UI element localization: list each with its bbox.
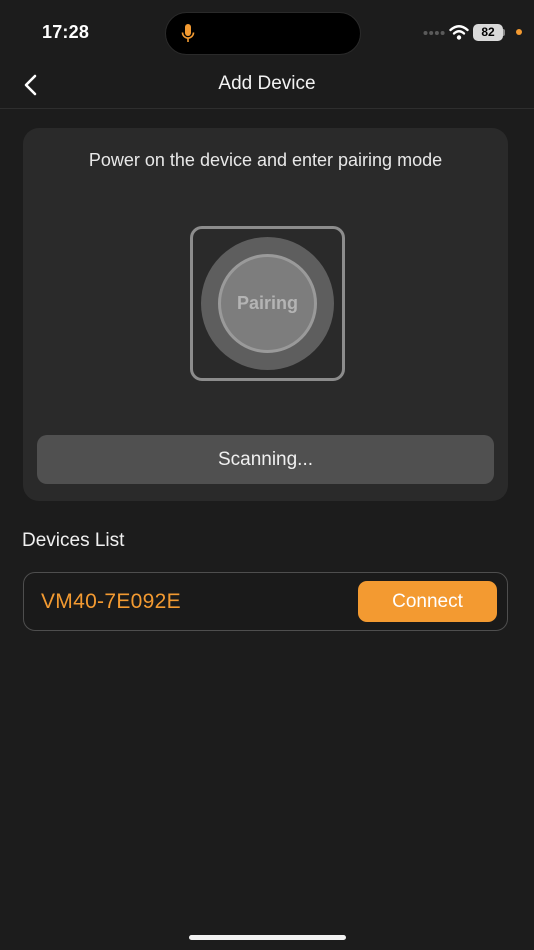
status-time: 17:28: [42, 22, 90, 42]
home-indicator[interactable]: [189, 935, 346, 940]
device-name: VM40-7E092E: [41, 590, 181, 613]
status-bar: 17:28 82: [0, 0, 534, 62]
signal-dots-icon: [423, 31, 445, 35]
device-list-item: VM40-7E092E Connect: [23, 572, 508, 631]
wifi-icon: [449, 25, 469, 40]
navigation-bar: Add Device: [0, 62, 534, 109]
page-title: Add Device: [218, 73, 316, 94]
pairing-instruction: Power on the device and enter pairing mo…: [88, 150, 443, 170]
scanning-status-bar[interactable]: Scanning...: [37, 435, 494, 484]
pairing-card: Power on the device and enter pairing mo…: [23, 128, 508, 501]
battery-icon: 82: [473, 24, 503, 41]
recording-dot: [516, 29, 522, 35]
devices-list-heading: Devices List: [22, 530, 125, 551]
pairing-illustration-frame: Pairing: [190, 226, 345, 381]
pairing-button-ring: Pairing: [201, 237, 334, 370]
microphone-icon: [181, 24, 195, 42]
battery-cap: [503, 29, 505, 36]
pairing-button: Pairing: [218, 254, 317, 353]
connect-button[interactable]: Connect: [358, 581, 497, 622]
dynamic-island: [165, 12, 361, 55]
